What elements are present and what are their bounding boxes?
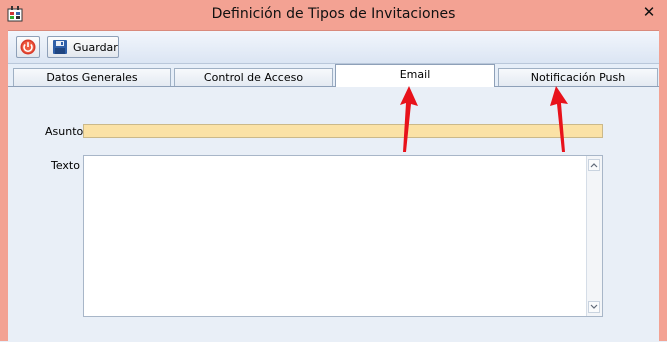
exit-button[interactable] bbox=[16, 36, 40, 58]
floppy-disk-icon bbox=[53, 40, 67, 54]
toolbar: Guardar bbox=[8, 31, 659, 64]
asunto-label: Asunto bbox=[45, 125, 84, 138]
asunto-input[interactable] bbox=[83, 124, 603, 138]
annotation-arrow-email bbox=[400, 86, 418, 152]
scroll-up-button[interactable] bbox=[588, 159, 600, 171]
window-frame-left bbox=[0, 30, 8, 341]
texto-textarea[interactable] bbox=[83, 155, 603, 317]
tab-notificacion-push[interactable]: Notificación Push bbox=[498, 68, 658, 86]
close-icon: ✕ bbox=[642, 3, 656, 21]
window-frame-right bbox=[659, 30, 667, 341]
texto-label: Texto bbox=[51, 159, 80, 172]
close-button[interactable]: ✕ bbox=[631, 0, 667, 24]
chevron-up-icon bbox=[590, 163, 598, 168]
save-button-label: Guardar bbox=[73, 40, 118, 54]
window-title: Definición de Tipos de Invitaciones bbox=[211, 6, 456, 22]
chevron-down-icon bbox=[590, 304, 598, 309]
texto-scrollbar[interactable] bbox=[586, 156, 602, 316]
tab-control-de-acceso[interactable]: Control de Acceso bbox=[174, 68, 333, 86]
power-icon bbox=[20, 39, 36, 55]
save-button[interactable]: Guardar bbox=[47, 36, 119, 58]
tab-datos-generales[interactable]: Datos Generales bbox=[13, 68, 171, 86]
title-bar: Definición de Tipos de Invitaciones ✕ bbox=[0, 0, 667, 31]
annotation-arrow-notificacion-push bbox=[550, 86, 568, 152]
scroll-down-button[interactable] bbox=[588, 301, 600, 313]
